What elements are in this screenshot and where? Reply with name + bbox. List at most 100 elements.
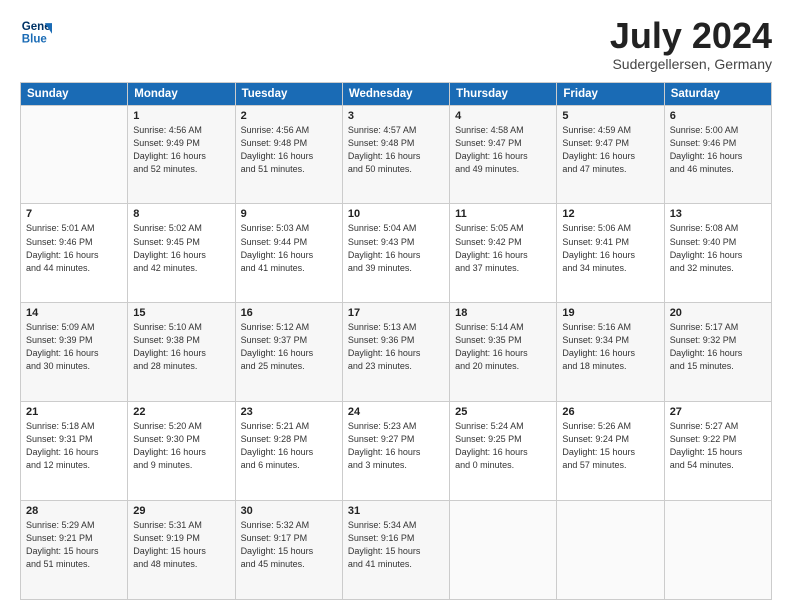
logo-icon: General Blue (20, 16, 52, 48)
calendar-cell: 5Sunrise: 4:59 AMSunset: 9:47 PMDaylight… (557, 105, 664, 204)
day-number: 2 (241, 110, 337, 122)
day-number: 8 (133, 208, 229, 220)
day-detail: Sunrise: 5:04 AMSunset: 9:43 PMDaylight:… (348, 222, 444, 274)
day-number: 16 (241, 307, 337, 319)
day-number: 13 (670, 208, 766, 220)
calendar-cell: 21 Sunrise: 5:18 AMSunset: 9:31 PMDayligh… (21, 402, 128, 501)
day-number: 10 (348, 208, 444, 220)
day-detail: Sunrise: 5:34 AMSunset: 9:16 PMDaylight:… (348, 519, 444, 571)
day-detail: Sunrise: 5:32 AMSunset: 9:17 PMDaylight:… (241, 519, 337, 571)
calendar-cell: 19Sunrise: 5:16 AMSunset: 9:34 PMDayligh… (557, 303, 664, 402)
week-row: 28 Sunrise: 5:29 AMSunset: 9:21 PMDayligh… (21, 501, 772, 600)
calendar-cell: 9 Sunrise: 5:03 AMSunset: 9:44 PMDaylight… (235, 204, 342, 303)
day-number: 12 (562, 208, 658, 220)
col-saturday: Saturday (664, 82, 771, 105)
calendar-cell: 26 Sunrise: 5:26 AMSunset: 9:24 PMDayligh… (557, 402, 664, 501)
day-detail: Sunrise: 4:58 AMSunset: 9:47 PMDaylight:… (455, 124, 551, 176)
calendar-cell: 17Sunrise: 5:13 AMSunset: 9:36 PMDayligh… (342, 303, 449, 402)
week-row: 21 Sunrise: 5:18 AMSunset: 9:31 PMDayligh… (21, 402, 772, 501)
day-number: 26 (562, 406, 658, 418)
header-row: Sunday Monday Tuesday Wednesday Thursday… (21, 82, 772, 105)
day-number: 17 (348, 307, 444, 319)
day-number: 14 (26, 307, 122, 319)
calendar-cell: 18Sunrise: 5:14 AMSunset: 9:35 PMDayligh… (450, 303, 557, 402)
logo: General Blue (20, 16, 52, 48)
day-detail: Sunrise: 5:24 AMSunset: 9:25 PMDaylight:… (455, 420, 551, 472)
col-wednesday: Wednesday (342, 82, 449, 105)
day-number: 23 (241, 406, 337, 418)
calendar-cell: 31 Sunrise: 5:34 AMSunset: 9:16 PMDayligh… (342, 501, 449, 600)
calendar-cell (664, 501, 771, 600)
day-number: 7 (26, 208, 122, 220)
day-detail: Sunrise: 4:57 AMSunset: 9:48 PMDaylight:… (348, 124, 444, 176)
day-detail: Sunrise: 5:31 AMSunset: 9:19 PMDaylight:… (133, 519, 229, 571)
col-friday: Friday (557, 82, 664, 105)
title-month: July 2024 (610, 16, 772, 56)
svg-text:Blue: Blue (22, 34, 48, 46)
calendar-cell: 3 Sunrise: 4:57 AMSunset: 9:48 PMDaylight… (342, 105, 449, 204)
day-detail: Sunrise: 5:18 AMSunset: 9:31 PMDaylight:… (26, 420, 122, 472)
day-detail: Sunrise: 5:03 AMSunset: 9:44 PMDaylight:… (241, 222, 337, 274)
calendar-cell: 2 Sunrise: 4:56 AMSunset: 9:48 PMDaylight… (235, 105, 342, 204)
calendar-cell (450, 501, 557, 600)
day-number: 20 (670, 307, 766, 319)
day-detail: Sunrise: 5:12 AMSunset: 9:37 PMDaylight:… (241, 321, 337, 373)
day-number: 3 (348, 110, 444, 122)
svg-text:General: General (22, 21, 52, 33)
day-detail: Sunrise: 4:56 AMSunset: 9:48 PMDaylight:… (241, 124, 337, 176)
calendar-cell: 22Sunrise: 5:20 AMSunset: 9:30 PMDayligh… (128, 402, 235, 501)
col-tuesday: Tuesday (235, 82, 342, 105)
day-detail: Sunrise: 4:56 AMSunset: 9:49 PMDaylight:… (133, 124, 229, 176)
week-row: 7 Sunrise: 5:01 AMSunset: 9:46 PMDaylight… (21, 204, 772, 303)
calendar-cell: 24Sunrise: 5:23 AMSunset: 9:27 PMDayligh… (342, 402, 449, 501)
day-number: 24 (348, 406, 444, 418)
day-detail: Sunrise: 4:59 AMSunset: 9:47 PMDaylight:… (562, 124, 658, 176)
day-detail: Sunrise: 5:10 AMSunset: 9:38 PMDaylight:… (133, 321, 229, 373)
day-detail: Sunrise: 5:17 AMSunset: 9:32 PMDaylight:… (670, 321, 766, 373)
day-detail: Sunrise: 5:08 AMSunset: 9:40 PMDaylight:… (670, 222, 766, 274)
day-number: 21 (26, 406, 122, 418)
day-number: 29 (133, 505, 229, 517)
day-detail: Sunrise: 5:26 AMSunset: 9:24 PMDaylight:… (562, 420, 658, 472)
day-detail: Sunrise: 5:09 AMSunset: 9:39 PMDaylight:… (26, 321, 122, 373)
day-number: 1 (133, 110, 229, 122)
calendar-cell: 12 Sunrise: 5:06 AMSunset: 9:41 PMDayligh… (557, 204, 664, 303)
day-number: 6 (670, 110, 766, 122)
day-detail: Sunrise: 5:00 AMSunset: 9:46 PMDaylight:… (670, 124, 766, 176)
calendar-cell: 13 Sunrise: 5:08 AMSunset: 9:40 PMDayligh… (664, 204, 771, 303)
header: General Blue July 2024 Sudergellersen, G… (20, 16, 772, 72)
week-row: 1 Sunrise: 4:56 AMSunset: 9:49 PMDaylight… (21, 105, 772, 204)
calendar-cell: 11Sunrise: 5:05 AMSunset: 9:42 PMDayligh… (450, 204, 557, 303)
calendar-cell: 7 Sunrise: 5:01 AMSunset: 9:46 PMDaylight… (21, 204, 128, 303)
day-number: 25 (455, 406, 551, 418)
day-number: 27 (670, 406, 766, 418)
calendar-cell: 6 Sunrise: 5:00 AMSunset: 9:46 PMDaylight… (664, 105, 771, 204)
day-number: 31 (348, 505, 444, 517)
day-number: 30 (241, 505, 337, 517)
day-number: 9 (241, 208, 337, 220)
calendar-cell: 23 Sunrise: 5:21 AMSunset: 9:28 PMDayligh… (235, 402, 342, 501)
calendar-cell: 28 Sunrise: 5:29 AMSunset: 9:21 PMDayligh… (21, 501, 128, 600)
day-detail: Sunrise: 5:21 AMSunset: 9:28 PMDaylight:… (241, 420, 337, 472)
calendar-cell: 8Sunrise: 5:02 AMSunset: 9:45 PMDaylight… (128, 204, 235, 303)
day-detail: Sunrise: 5:29 AMSunset: 9:21 PMDaylight:… (26, 519, 122, 571)
page: General Blue July 2024 Sudergellersen, G… (0, 0, 792, 612)
day-number: 28 (26, 505, 122, 517)
week-row: 14 Sunrise: 5:09 AMSunset: 9:39 PMDayligh… (21, 303, 772, 402)
calendar-table: Sunday Monday Tuesday Wednesday Thursday… (20, 82, 772, 600)
calendar-cell (21, 105, 128, 204)
day-detail: Sunrise: 5:06 AMSunset: 9:41 PMDaylight:… (562, 222, 658, 274)
day-detail: Sunrise: 5:20 AMSunset: 9:30 PMDaylight:… (133, 420, 229, 472)
col-sunday: Sunday (21, 82, 128, 105)
day-number: 15 (133, 307, 229, 319)
calendar-cell: 25 Sunrise: 5:24 AMSunset: 9:25 PMDayligh… (450, 402, 557, 501)
day-detail: Sunrise: 5:14 AMSunset: 9:35 PMDaylight:… (455, 321, 551, 373)
calendar-cell: 16 Sunrise: 5:12 AMSunset: 9:37 PMDayligh… (235, 303, 342, 402)
day-detail: Sunrise: 5:01 AMSunset: 9:46 PMDaylight:… (26, 222, 122, 274)
day-number: 4 (455, 110, 551, 122)
calendar-cell (557, 501, 664, 600)
day-detail: Sunrise: 5:27 AMSunset: 9:22 PMDaylight:… (670, 420, 766, 472)
day-detail: Sunrise: 5:16 AMSunset: 9:34 PMDaylight:… (562, 321, 658, 373)
col-thursday: Thursday (450, 82, 557, 105)
title-location: Sudergellersen, Germany (610, 56, 772, 72)
